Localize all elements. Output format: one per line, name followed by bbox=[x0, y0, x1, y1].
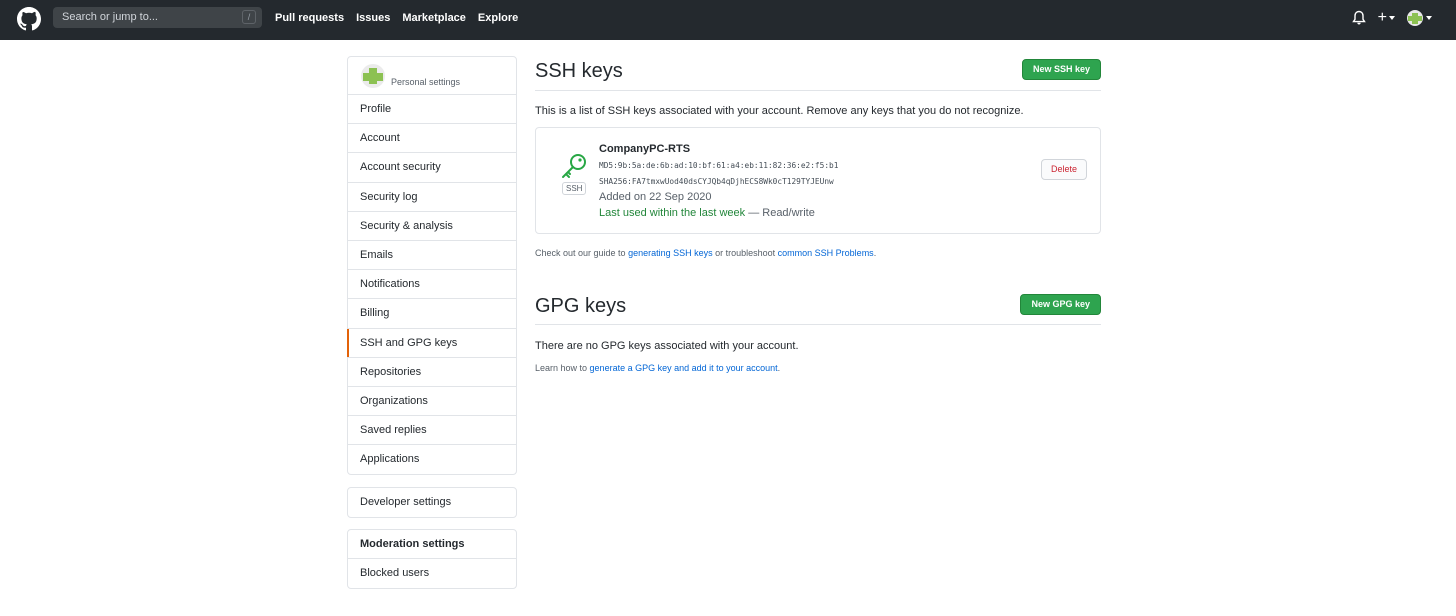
sidebar-item-account-security[interactable]: Account security bbox=[348, 153, 516, 183]
sidebar-item-security-log[interactable]: Security log bbox=[348, 183, 516, 212]
ssh-badge: SSH bbox=[562, 182, 587, 195]
nav-marketplace[interactable]: Marketplace bbox=[402, 12, 466, 24]
github-logo-icon[interactable] bbox=[17, 7, 41, 31]
header-nav: Pull requests Issues Marketplace Explore bbox=[275, 12, 518, 24]
no-gpg-keys-message: There are no GPG keys associated with yo… bbox=[535, 340, 799, 352]
common-ssh-problems-link[interactable]: common SSH Problems bbox=[778, 248, 874, 258]
global-header: Search or jump to... / Pull requests Iss… bbox=[0, 0, 1456, 40]
sidebar-item-profile[interactable]: Profile bbox=[348, 95, 516, 125]
sidebar-item-security-analysis[interactable]: Security & analysis bbox=[348, 212, 516, 241]
gpg-learn-note: Learn how to generate a GPG key and add … bbox=[535, 363, 780, 373]
chevron-down-icon bbox=[1426, 16, 1432, 20]
ssh-guide-note: Check out our guide to generating SSH ke… bbox=[535, 248, 876, 258]
learn-suffix: . bbox=[777, 363, 781, 373]
sidebar-item-account[interactable]: Account bbox=[348, 124, 516, 154]
moderation-settings-heading: Moderation settings bbox=[348, 530, 516, 559]
guide-prefix: Check out our guide to bbox=[535, 248, 629, 258]
moderation-settings-menu: Moderation settings Blocked users bbox=[347, 529, 517, 590]
sidebar-item-organizations[interactable]: Organizations bbox=[348, 387, 516, 417]
sidebar-item-notifications[interactable]: Notifications bbox=[348, 270, 516, 300]
learn-prefix: Learn how to bbox=[535, 363, 590, 373]
generate-gpg-key-link[interactable]: generate a GPG key and add it to your ac… bbox=[590, 363, 778, 373]
chevron-down-icon bbox=[1389, 16, 1395, 20]
key-added-date: Added on 22 Sep 2020 bbox=[599, 191, 712, 203]
sidebar-item-billing[interactable]: Billing bbox=[348, 299, 516, 329]
bell-icon[interactable] bbox=[1351, 10, 1366, 26]
ssh-keys-header: SSH keys New SSH key bbox=[535, 58, 1101, 91]
menu-header: Personal settings bbox=[348, 57, 516, 95]
gpg-keys-title: GPG keys bbox=[535, 295, 627, 317]
gpg-keys-header: GPG keys New GPG key bbox=[535, 293, 1101, 325]
search-placeholder: Search or jump to... bbox=[62, 11, 158, 23]
sidebar-item-blocked-users[interactable]: Blocked users bbox=[348, 559, 516, 588]
plus-icon: + bbox=[1377, 9, 1387, 26]
avatar bbox=[1407, 10, 1423, 26]
delete-key-button[interactable]: Delete bbox=[1040, 159, 1087, 180]
generating-ssh-keys-link[interactable]: generating SSH keys bbox=[628, 248, 713, 258]
nav-issues[interactable]: Issues bbox=[356, 12, 390, 24]
ssh-keys-title: SSH keys bbox=[535, 60, 623, 82]
search-input[interactable]: Search or jump to... / bbox=[53, 7, 262, 28]
nav-explore[interactable]: Explore bbox=[478, 12, 518, 24]
personal-settings-label: Personal settings bbox=[391, 77, 461, 87]
avatar bbox=[361, 64, 385, 88]
access-level: — Read/write bbox=[745, 207, 815, 219]
sidebar-item-emails[interactable]: Emails bbox=[348, 241, 516, 271]
md5-fingerprint: MD5:9b:5a:de:6b:ad:10:bf:61:a4:eb:11:82:… bbox=[599, 161, 839, 170]
search-shortcut-key: / bbox=[242, 10, 256, 24]
key-title: CompanyPC-RTS bbox=[599, 143, 691, 155]
sha256-fingerprint: SHA256:FA7tmxwUod40dsCYJQb4qDjhECS8Wk0cT… bbox=[599, 177, 834, 186]
ssh-key-item: SSH CompanyPC-RTS MD5:9b:5a:de:6b:ad:10:… bbox=[535, 127, 1101, 234]
ssh-keys-description: This is a list of SSH keys associated wi… bbox=[535, 105, 1024, 117]
guide-suffix: . bbox=[873, 248, 877, 258]
nav-pull-requests[interactable]: Pull requests bbox=[275, 12, 344, 24]
developer-settings-menu: Developer settings bbox=[347, 487, 517, 519]
last-used-text: Last used within the last week bbox=[599, 207, 746, 219]
new-ssh-key-button[interactable]: New SSH key bbox=[1021, 59, 1101, 80]
new-gpg-key-button[interactable]: New GPG key bbox=[1020, 294, 1101, 315]
key-icon bbox=[562, 154, 586, 178]
create-new-menu[interactable]: + bbox=[1378, 10, 1395, 26]
sidebar-item-ssh-gpg-keys[interactable]: SSH and GPG keys bbox=[347, 328, 516, 358]
header-actions: + bbox=[1351, 10, 1432, 26]
sidebar-item-developer-settings[interactable]: Developer settings bbox=[348, 488, 516, 517]
key-last-used: Last used within the last week — Read/wr… bbox=[599, 207, 815, 219]
sidebar-item-applications[interactable]: Applications bbox=[348, 445, 516, 474]
sidebar-item-repositories[interactable]: Repositories bbox=[348, 358, 516, 387]
settings-menu: Personal settings Profile Account Accoun… bbox=[347, 56, 517, 476]
guide-middle: or troubleshoot bbox=[712, 248, 778, 258]
user-menu[interactable] bbox=[1407, 10, 1432, 26]
sidebar-item-saved-replies[interactable]: Saved replies bbox=[348, 416, 516, 446]
